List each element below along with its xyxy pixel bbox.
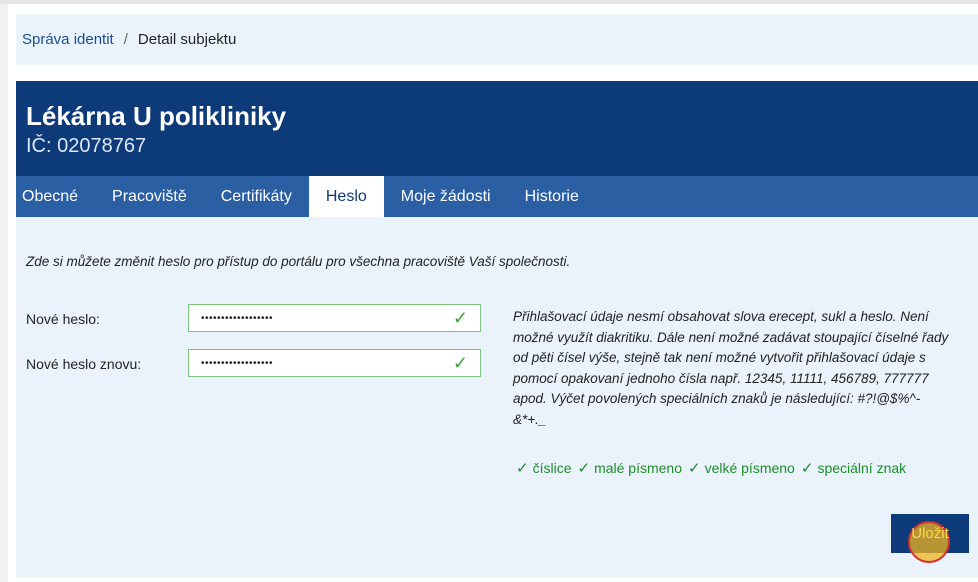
new-password-input[interactable]: [199, 311, 443, 325]
requirement-label: malé písmeno: [594, 460, 682, 476]
repeat-password-input[interactable]: [199, 356, 443, 370]
requirement-uppercase: ✓ velké písmeno: [688, 459, 795, 477]
check-icon: ✓: [516, 460, 529, 477]
new-password-label: Nové heslo:: [26, 311, 100, 327]
check-icon: ✓: [452, 353, 468, 373]
tab-bar: Obecné Pracoviště Certifikáty Heslo Moje…: [16, 176, 978, 217]
tab-workplaces[interactable]: Pracoviště: [95, 176, 204, 217]
subject-header: Lékárna U polikliniky IČ: 02078767: [16, 81, 978, 176]
check-icon: ✓: [688, 460, 701, 477]
breadcrumb: Správa identit / Detail subjektu: [16, 14, 978, 65]
password-panel: Zde si můžete změnit heslo pro přístup d…: [16, 217, 978, 578]
requirement-label: speciální znak: [817, 460, 907, 476]
save-button[interactable]: Uložit: [891, 514, 969, 553]
new-password-field-wrapper: ✓: [188, 304, 481, 332]
repeat-password-field-wrapper: ✓: [188, 349, 481, 377]
password-rules-text: Přihlašovací údaje nesmí obsahovat slova…: [513, 309, 949, 427]
requirement-special: ✓ speciální znak: [801, 459, 906, 477]
check-icon: ✓: [452, 308, 468, 328]
breadcrumb-link-identity-management[interactable]: Správa identit: [22, 31, 114, 48]
breadcrumb-current: Detail subjektu: [137, 31, 237, 48]
requirement-digit: ✓ číslice: [516, 459, 571, 477]
tab-history[interactable]: Historie: [508, 176, 596, 217]
tab-certificates[interactable]: Certifikáty: [204, 176, 309, 217]
subject-ico: IČ: 02078767: [26, 135, 147, 157]
subject-title: Lékárna U polikliniky: [26, 101, 287, 131]
breadcrumb-separator: /: [123, 31, 128, 48]
intro-text: Zde si můžete změnit heslo pro přístup d…: [26, 254, 571, 269]
requirement-label: velké písmeno: [704, 460, 795, 476]
requirement-lowercase: ✓ malé písmeno: [577, 459, 682, 477]
tab-my-requests[interactable]: Moje žádosti: [384, 176, 508, 217]
tab-general[interactable]: Obecné: [16, 176, 95, 217]
check-icon: ✓: [800, 460, 814, 477]
check-icon: ✓: [577, 460, 591, 477]
repeat-password-label: Nové heslo znovu:: [26, 356, 142, 372]
tab-password[interactable]: Heslo: [308, 176, 384, 217]
password-requirements: ✓ číslice ✓ malé písmeno ✓ velké písmeno…: [516, 459, 906, 477]
save-button-label: Uložit: [911, 525, 949, 542]
requirement-label: číslice: [532, 460, 572, 476]
